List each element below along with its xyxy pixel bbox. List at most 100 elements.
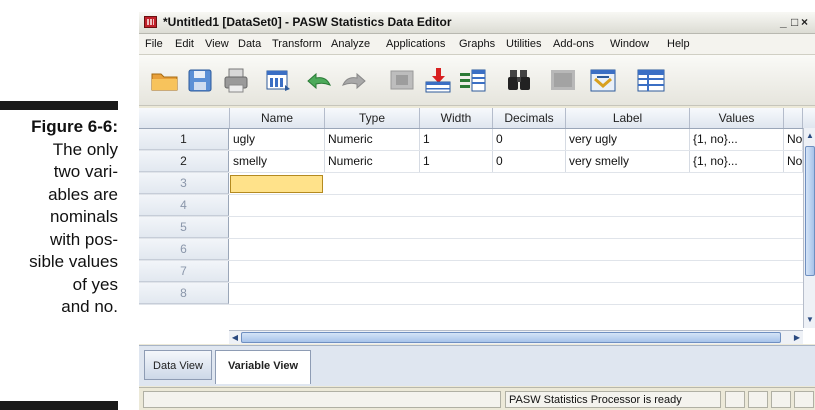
caption-line: ables are: [48, 184, 118, 204]
menu-edit[interactable]: Edit: [175, 38, 194, 50]
open-folder-icon[interactable]: [150, 67, 180, 93]
row-number[interactable]: 4: [139, 195, 229, 216]
menu-applications[interactable]: Applications: [386, 38, 445, 50]
goto-variable-icon[interactable]: [423, 67, 453, 93]
caption-line: with pos-: [49, 229, 118, 249]
caption-bottom-rule: [0, 401, 118, 410]
tab-data-view[interactable]: Data View: [144, 350, 212, 380]
status-pane: [143, 391, 501, 408]
status-pane: [771, 391, 791, 408]
cell-decimals[interactable]: 0: [493, 129, 566, 150]
caption-line: sible values: [29, 252, 118, 271]
menu-help[interactable]: Help: [667, 38, 690, 50]
selected-cell[interactable]: [230, 175, 323, 193]
toolbar: [139, 55, 815, 106]
goto-case-icon[interactable]: [388, 67, 418, 93]
data-editor-window: *Untitled1 [DataSet0] - PASW Statistics …: [139, 12, 815, 410]
vertical-scroll-thumb[interactable]: [805, 146, 815, 276]
menu-file[interactable]: File: [145, 38, 163, 50]
caption-line: The only: [52, 139, 118, 159]
col-header-width[interactable]: Width: [420, 108, 493, 128]
menu-view[interactable]: View: [205, 38, 229, 50]
table-row: 1 ugly Numeric 1 0 very ugly {1, no}... …: [139, 129, 815, 151]
window-title: *Untitled1 [DataSet0] - PASW Statistics …: [163, 15, 452, 29]
cell-type[interactable]: Numeric: [325, 129, 420, 150]
horizontal-scrollbar[interactable]: ◀ ▶: [229, 330, 803, 344]
status-bar: PASW Statistics Processor is ready: [139, 387, 815, 410]
undo-icon[interactable]: [304, 67, 334, 93]
cell-label[interactable]: very ugly: [566, 129, 690, 150]
cell-missing[interactable]: No: [784, 129, 803, 150]
cell-decimals[interactable]: 0: [493, 151, 566, 172]
scroll-down-icon[interactable]: ▼: [805, 314, 815, 325]
cell-type[interactable]: Numeric: [325, 151, 420, 172]
cell-values[interactable]: {1, no}...: [690, 129, 784, 150]
maximize-icon[interactable]: □: [791, 15, 798, 29]
column-header-row: Name Type Width Decimals Label Values: [139, 108, 815, 129]
menu-data[interactable]: Data: [238, 38, 261, 50]
menu-add-ons[interactable]: Add-ons: [553, 38, 594, 50]
table-row: 4: [139, 195, 815, 217]
scroll-up-icon[interactable]: ▲: [805, 130, 815, 141]
insert-cases-icon[interactable]: [548, 67, 578, 93]
variables-icon[interactable]: [458, 67, 488, 93]
variable-grid: Name Type Width Decimals Label Values 1 …: [139, 108, 815, 344]
title-bar[interactable]: *Untitled1 [DataSet0] - PASW Statistics …: [139, 12, 815, 34]
menu-bar: File Edit View Data Transform Analyze Ap…: [139, 34, 815, 55]
row-number[interactable]: 3: [139, 173, 229, 194]
scroll-right-icon[interactable]: ▶: [792, 331, 802, 344]
row-number[interactable]: 2: [139, 151, 229, 172]
menu-graphs[interactable]: Graphs: [459, 38, 495, 50]
cell-label[interactable]: very smelly: [566, 151, 690, 172]
figure-caption: Figure 6-6: The only two vari- ables are…: [0, 116, 118, 319]
menu-transform[interactable]: Transform: [272, 38, 322, 50]
col-header-missing[interactable]: [784, 108, 803, 128]
find-binoculars-icon[interactable]: [504, 67, 534, 93]
status-message: PASW Statistics Processor is ready: [505, 391, 721, 408]
table-row: 2 smelly Numeric 1 0 very smelly {1, no}…: [139, 151, 815, 173]
col-header-decimals[interactable]: Decimals: [493, 108, 566, 128]
row-number[interactable]: 5: [139, 217, 229, 238]
cell-name[interactable]: ugly: [230, 129, 325, 150]
cell-name[interactable]: smelly: [230, 151, 325, 172]
print-icon[interactable]: [222, 67, 252, 93]
caption-top-rule: [0, 101, 118, 110]
minimize-icon[interactable]: _: [780, 15, 787, 29]
table-row: 7: [139, 261, 815, 283]
col-header-type[interactable]: Type: [325, 108, 420, 128]
value-labels-icon[interactable]: [636, 67, 666, 93]
redo-icon[interactable]: [339, 67, 369, 93]
cell-width[interactable]: 1: [420, 129, 493, 150]
split-file-icon[interactable]: [588, 67, 618, 93]
dialog-recall-icon[interactable]: [264, 67, 294, 93]
menu-analyze[interactable]: Analyze: [331, 38, 370, 50]
app-grid-icon: [144, 16, 157, 28]
col-header-values[interactable]: Values: [690, 108, 784, 128]
table-row: 8: [139, 283, 815, 305]
row-number[interactable]: 6: [139, 239, 229, 260]
caption-line: and no.: [61, 297, 118, 316]
status-pane: [748, 391, 768, 408]
menu-window[interactable]: Window: [610, 38, 649, 50]
table-row: 3: [139, 173, 815, 195]
vertical-scrollbar[interactable]: ▲ ▼: [803, 128, 815, 328]
row-number[interactable]: 8: [139, 283, 229, 304]
cell-values[interactable]: {1, no}...: [690, 151, 784, 172]
col-header-label[interactable]: Label: [566, 108, 690, 128]
scroll-left-icon[interactable]: ◀: [230, 331, 240, 344]
cell-missing[interactable]: No: [784, 151, 803, 172]
cell-width[interactable]: 1: [420, 151, 493, 172]
caption-line: two vari-: [53, 162, 118, 181]
close-icon[interactable]: ×: [801, 15, 808, 29]
caption-line: nominals: [49, 207, 118, 226]
horizontal-scroll-thumb[interactable]: [241, 332, 781, 343]
corner-cell[interactable]: [139, 108, 230, 128]
menu-utilities[interactable]: Utilities: [506, 38, 541, 50]
row-number[interactable]: 7: [139, 261, 229, 282]
col-header-name[interactable]: Name: [230, 108, 325, 128]
status-pane: [725, 391, 745, 408]
save-disk-icon[interactable]: [186, 67, 216, 93]
row-number[interactable]: 1: [139, 129, 229, 150]
tab-variable-view[interactable]: Variable View: [215, 350, 311, 384]
caption-line: of yes: [72, 274, 118, 294]
